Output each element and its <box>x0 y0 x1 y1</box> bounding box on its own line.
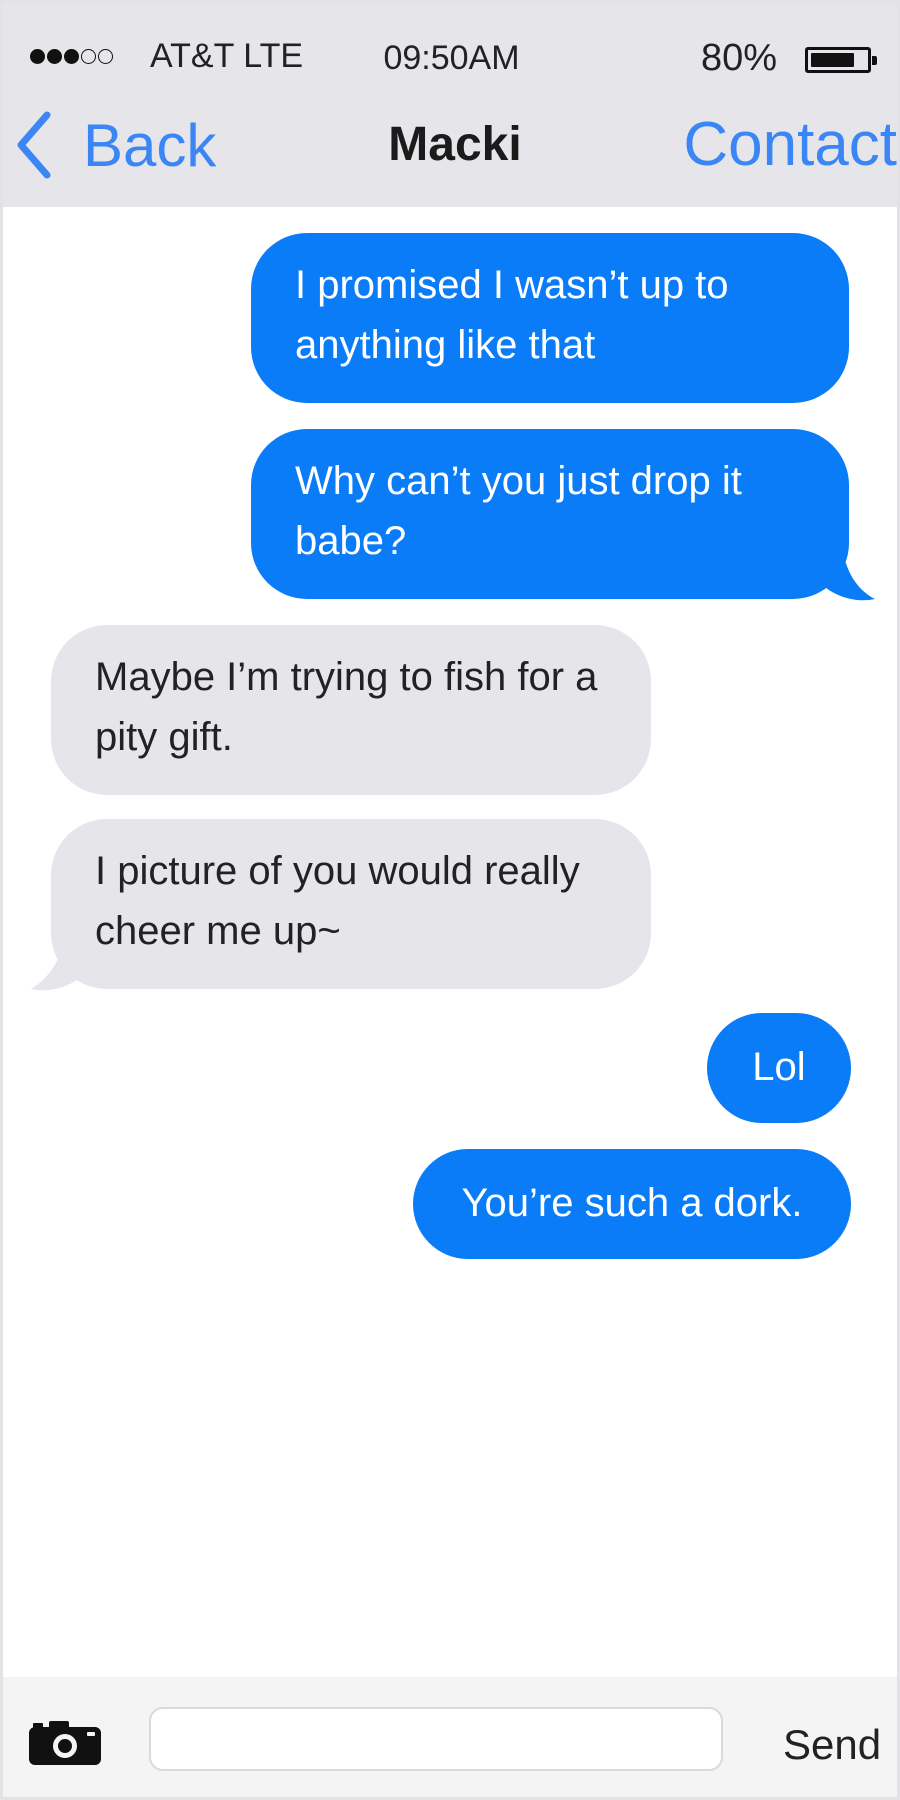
message-bubble-sent: Why can’t you just drop it babe? <box>251 429 849 599</box>
message-text: Why can’t you just drop it babe? <box>295 459 742 563</box>
battery-fill <box>811 53 855 67</box>
navigation-bar: Back Macki Contact <box>3 99 897 203</box>
message-text: You’re such a dork. <box>461 1181 803 1225</box>
bubble-tail <box>821 537 875 601</box>
message-input[interactable] <box>149 1707 723 1771</box>
message-bubble-received: Maybe I’m trying to fish for a pity gift… <box>51 625 651 795</box>
battery-icon <box>805 47 877 73</box>
contact-button[interactable]: Contact <box>683 109 897 180</box>
message-thread: I promised I wasn’t up to anything like … <box>3 207 897 1677</box>
bubble-tail <box>31 929 85 991</box>
message-bubble-sent: I promised I wasn’t up to anything like … <box>251 233 849 403</box>
status-bar: AT&T LTE 09:50AM 80% <box>3 3 897 103</box>
send-button[interactable]: Send <box>783 1721 881 1769</box>
message-text: Maybe I’m trying to fish for a pity gift… <box>95 655 598 759</box>
message-text: I picture of you would really cheer me u… <box>95 849 580 953</box>
message-text: I promised I wasn’t up to anything like … <box>295 263 729 367</box>
battery-percent: 80% <box>701 37 778 79</box>
camera-icon[interactable] <box>27 1721 103 1765</box>
compose-bar: Send <box>3 1677 897 1797</box>
phone-screen: AT&T LTE 09:50AM 80% Back Macki Contact … <box>0 0 900 1800</box>
message-bubble-received: I picture of you would really cheer me u… <box>51 819 651 989</box>
header: AT&T LTE 09:50AM 80% Back Macki Contact <box>3 3 897 207</box>
message-bubble-sent: Lol <box>707 1013 851 1123</box>
message-text: Lol <box>752 1045 806 1089</box>
message-bubble-sent: You’re such a dork. <box>413 1149 851 1259</box>
